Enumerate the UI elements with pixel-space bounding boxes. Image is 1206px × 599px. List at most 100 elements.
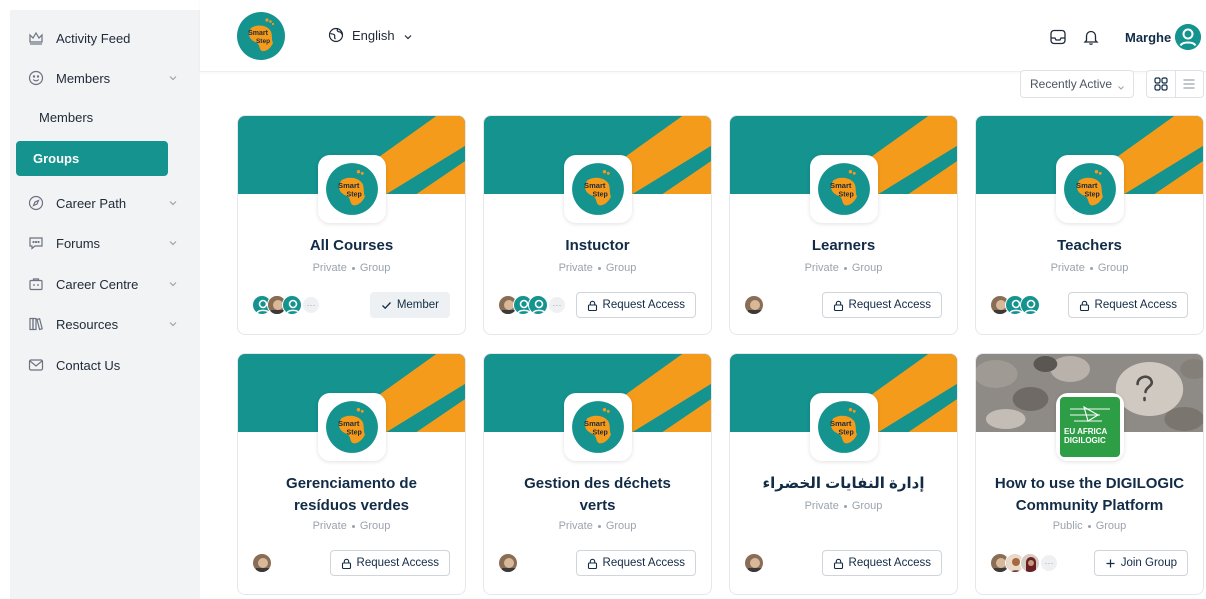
member-button[interactable]: Member — [369, 292, 450, 318]
group-avatar[interactable]: Smart Step — [564, 155, 632, 223]
group-title-line: Gerenciamento de — [286, 475, 417, 492]
more-members-icon[interactable]: ··· — [303, 297, 319, 313]
member-avatars[interactable]: ··· — [990, 553, 1057, 573]
logo-text: Step — [839, 430, 854, 437]
group-title[interactable]: How to use the DIGILOGIC Community Platf… — [986, 473, 1193, 517]
logo-text: Smart — [830, 419, 852, 428]
group-card[interactable]: EU AFRICA DIGILOGIC How to use the DIGIL… — [975, 353, 1204, 595]
request-access-button[interactable]: Request Access — [575, 292, 696, 318]
join-group-button[interactable]: Join Group — [1093, 550, 1188, 576]
list-view-icon[interactable] — [1176, 71, 1204, 97]
inbox-icon[interactable] — [1049, 28, 1067, 46]
language-selector[interactable]: English — [328, 27, 413, 43]
group-avatar[interactable]: Smart Step — [318, 155, 386, 223]
more-members-icon[interactable]: ··· — [1041, 555, 1057, 571]
group-card[interactable]: Smart Step إدارة النفايات الخضراء Private… — [729, 353, 958, 595]
group-card[interactable]: Smart Step Gerenciamento de resíduos verd… — [237, 353, 466, 595]
member-avatars[interactable] — [744, 553, 764, 573]
group-avatar[interactable]: Smart Step — [810, 393, 878, 461]
member-avatars[interactable] — [252, 553, 272, 573]
request-access-button[interactable]: Request Access — [1067, 292, 1188, 318]
group-title[interactable]: Instuctor — [494, 235, 701, 257]
chevron-down-icon[interactable] — [168, 197, 180, 209]
button-label: Request Access — [1094, 299, 1177, 311]
group-title[interactable]: إدارة النفايات الخضراء — [740, 473, 947, 495]
group-type: Group — [359, 262, 391, 274]
member-avatars[interactable]: ··· — [498, 295, 565, 315]
group-meta: Private Group — [238, 520, 465, 532]
group-card[interactable]: Smart Step Learners Private Group Request … — [729, 115, 958, 335]
group-card[interactable]: Smart Step Gestion des déchets verts Priv… — [483, 353, 712, 595]
group-title[interactable]: Gerenciamento de resíduos verdes — [248, 473, 455, 517]
sidebar-subitem-groups[interactable]: Groups — [16, 141, 168, 176]
chevron-down-icon[interactable] — [168, 237, 180, 249]
group-card[interactable]: Smart Step Teachers Private Group Request … — [975, 115, 1204, 335]
request-access-button[interactable]: Request Access — [575, 550, 696, 576]
button-label: Request Access — [602, 557, 685, 569]
sidebar-item-forums[interactable]: Forums — [16, 226, 186, 260]
group-avatar[interactable]: EU AFRICA DIGILOGIC — [1056, 393, 1124, 461]
member-avatars[interactable]: ··· — [252, 295, 319, 315]
chevron-down-icon[interactable] — [168, 278, 180, 290]
meta-dot — [597, 266, 601, 270]
logo-text: Smart — [338, 419, 360, 428]
group-avatar[interactable]: Smart Step — [564, 393, 632, 461]
member-avatars[interactable] — [990, 295, 1040, 315]
group-avatar[interactable]: Smart Step — [810, 155, 878, 223]
grid-view-icon[interactable] — [1147, 71, 1175, 97]
group-title[interactable]: All Courses — [248, 235, 455, 257]
member-avatars[interactable] — [744, 295, 764, 315]
sidebar-subitem-members[interactable]: Members — [16, 100, 186, 134]
sort-value: Recently Active — [1030, 77, 1113, 91]
avatar — [1020, 295, 1040, 315]
sidebar-item-resources[interactable]: Resources — [16, 307, 186, 341]
meta-dot — [351, 524, 355, 528]
site-logo[interactable]: Smart Step — [236, 11, 286, 61]
button-label: Join Group — [1120, 557, 1177, 569]
request-access-button[interactable]: Request Access — [329, 550, 450, 576]
chevron-down-icon[interactable] — [168, 318, 180, 330]
member-avatars[interactable] — [498, 553, 518, 573]
request-access-button[interactable]: Request Access — [821, 550, 942, 576]
logo-text: Smart — [830, 181, 852, 190]
logo-text: Step — [593, 192, 608, 199]
chat-icon — [26, 233, 46, 253]
group-title-line: resíduos verdes — [293, 497, 410, 514]
books-icon — [26, 314, 46, 334]
user-avatar[interactable] — [1175, 24, 1201, 50]
group-title[interactable]: Learners — [740, 235, 947, 257]
group-avatar[interactable]: Smart Step — [318, 393, 386, 461]
group-avatar[interactable]: Smart Step — [1056, 155, 1124, 223]
request-access-button[interactable]: Request Access — [821, 292, 942, 318]
language-label: English — [352, 27, 395, 43]
avatar — [252, 553, 272, 573]
group-meta: Private Group — [484, 520, 711, 532]
sort-select[interactable]: Recently Active — [1020, 70, 1134, 98]
chevron-down-icon[interactable] — [168, 72, 180, 84]
lock-icon — [587, 558, 598, 569]
envelope-icon — [26, 355, 46, 375]
group-type: Group — [359, 520, 391, 532]
group-privacy: Private — [312, 262, 347, 274]
sidebar-item-career-centre[interactable]: Career Centre — [16, 267, 186, 301]
lock-icon — [341, 558, 352, 569]
group-type: Group — [605, 520, 637, 532]
sidebar-item-career-path[interactable]: Career Path — [16, 186, 186, 220]
group-privacy: Private — [558, 262, 593, 274]
group-meta: Private Group — [730, 262, 957, 274]
group-type: Group — [605, 262, 637, 274]
sidebar-item-activity-feed[interactable]: Activity Feed — [16, 21, 186, 55]
group-card[interactable]: Smart Step All Courses Private Group ··· M… — [237, 115, 466, 335]
sidebar-item-contact-us[interactable]: Contact Us — [16, 348, 186, 382]
more-members-icon[interactable]: ··· — [549, 297, 565, 313]
group-meta: Public Group — [976, 520, 1203, 532]
group-title-line: Gestion des déchets — [524, 475, 671, 492]
group-title[interactable]: Gestion des déchets verts — [494, 473, 701, 517]
group-card[interactable]: Smart Step Instuctor Private Group ··· Req… — [483, 115, 712, 335]
plus-icon — [1105, 558, 1116, 569]
chevron-down-icon — [403, 30, 413, 40]
group-title[interactable]: Teachers — [986, 235, 1193, 257]
sidebar-item-members[interactable]: Members — [16, 61, 186, 95]
bell-icon[interactable] — [1082, 28, 1100, 46]
user-name[interactable]: Marghe — [1125, 30, 1171, 45]
